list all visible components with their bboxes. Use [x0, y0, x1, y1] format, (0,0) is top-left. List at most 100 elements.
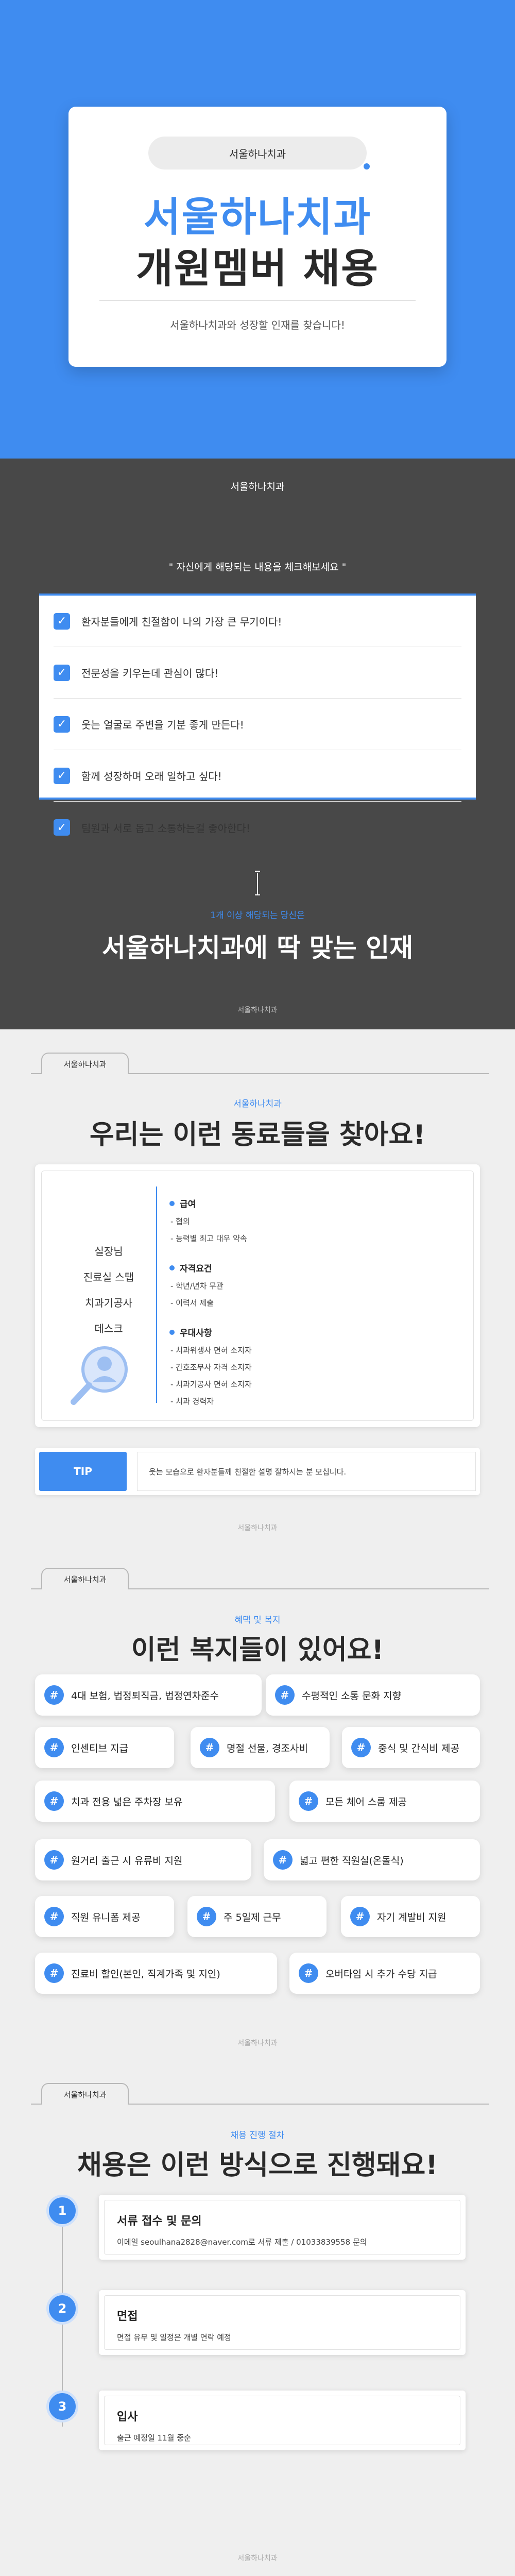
roles-divider: [156, 1187, 157, 1403]
welfare-chip-label: 자기 계발비 지원: [377, 1911, 447, 1923]
welfare-chip-label: 수평적인 소통 문화 지향: [302, 1690, 401, 1702]
checkmark-icon[interactable]: ✓: [54, 664, 70, 681]
hashtag-icon: #: [44, 1685, 64, 1705]
welfare-chip: # 명절 선물, 경조사비: [191, 1727, 330, 1768]
requirement-item: - 학년/년차 무관: [170, 1281, 224, 1291]
requirement-item: - 치과위생사 면허 소지자: [170, 1346, 252, 1355]
hashtag-icon: #: [44, 1907, 64, 1926]
step-card-inner: 서류 접수 및 문의 이메일 seoulhana2828@naver.com로 …: [104, 2200, 460, 2255]
hero-subtitle: 서울하나치과와 성장할 인재를 찾습니다!: [170, 319, 345, 331]
role-item: 진료실 스탭: [83, 1271, 134, 1283]
tip-label: TIP: [39, 1452, 127, 1491]
welfare-chip: # 모든 체어 스룸 제공: [289, 1781, 480, 1822]
hashtag-icon: #: [351, 1738, 371, 1757]
process-title: 채용은 이런 방식으로 진행돼요!: [77, 2150, 438, 2181]
welfare-kicker: 혜택 및 복지: [234, 1615, 281, 1625]
step-card: 면접 면접 유무 및 일정은 개별 연락 예정: [99, 2290, 466, 2355]
fit-brand: 서울하나치과: [230, 481, 285, 493]
requirement-heading: 우대사항: [169, 1326, 458, 1338]
checklist-item[interactable]: ✓ 함께 성장하며 오래 일하고 싶다!: [54, 750, 461, 802]
hashtag-icon: #: [44, 1850, 64, 1870]
requirements-list: 급여 - 협의 - 능력별 최고 대우 약속 자격요건 - 학년/년차 무관 -…: [169, 1192, 458, 1406]
step-title: 입사: [117, 2411, 138, 2424]
hero-card: 서울하나치과 서울하나치과 개원멤버 채용 서울하나치과와 성장할 인재를 찾습…: [68, 107, 447, 367]
step-number-badge: 1: [46, 2195, 78, 2227]
requirement-heading: 급여: [169, 1197, 458, 1210]
section-tab: 서울하나치과: [41, 1568, 129, 1589]
fit-footer: 서울하나치과: [237, 1006, 278, 1014]
welfare-chip-label: 인센티브 지급: [71, 1742, 128, 1754]
hashtag-icon: #: [44, 1738, 64, 1757]
process-footer: 서울하나치과: [237, 2554, 278, 2563]
person-search-icon: [71, 1346, 128, 1405]
step-card: 서류 접수 및 문의 이메일 seoulhana2828@naver.com로 …: [99, 2195, 466, 2260]
welfare-chip: # 치과 전용 넓은 주차장 보유: [35, 1781, 275, 1822]
section-tab: 서울하나치과: [41, 2083, 129, 2105]
hashtag-icon: #: [350, 1907, 370, 1926]
checklist-item-label: 환자분들에게 친절함이 나의 가장 큰 무기이다!: [81, 616, 282, 628]
checklist-item-label: 함께 성장하며 오래 일하고 싶다!: [81, 770, 222, 783]
process-kicker: 채용 진행 절차: [230, 2130, 285, 2141]
requirement-heading-label: 급여: [180, 1199, 196, 1210]
brand-pill-label: 서울하나치과: [229, 147, 286, 160]
hashtag-icon: #: [273, 1850, 293, 1870]
welfare-chip-label: 넓고 편한 직원실(온돌식): [300, 1855, 404, 1867]
colleagues-kicker: 서울하나치과: [233, 1099, 282, 1109]
hero-title-hiring: 개원멤버 채용: [136, 246, 379, 292]
hashtag-icon: #: [200, 1738, 219, 1757]
checkmark-icon[interactable]: ✓: [54, 819, 70, 836]
fit-section: 서울하나치과 " 자신에게 해당되는 내용을 체크해보세요 " ✓ 환자분들에게…: [0, 459, 515, 1029]
welfare-chip: # 넓고 편한 직원실(온돌식): [264, 1839, 480, 1880]
role-item: 치과기공사: [85, 1297, 132, 1309]
hashtag-icon: #: [44, 1791, 64, 1811]
fit-quote: " 자신에게 해당되는 내용을 체크해보세요 ": [168, 562, 347, 573]
fit-kicker: 1개 이상 해당되는 당신은: [210, 910, 305, 921]
welfare-chip-label: 4대 보험, 법정퇴직금, 법정연차준수: [71, 1690, 219, 1702]
welfare-chip-label: 원거리 출근 시 유류비 지원: [71, 1855, 183, 1867]
checklist-item[interactable]: ✓ 환자분들에게 친절함이 나의 가장 큰 무기이다!: [54, 596, 461, 647]
tip-text: 웃는 모습으로 환자분들께 친절한 설명 잘하시는 분 모십니다.: [137, 1452, 476, 1491]
requirement-heading-label: 우대사항: [180, 1328, 212, 1338]
checklist-item[interactable]: ✓ 팀원과 서로 돕고 소통하는걸 좋아한다!: [54, 802, 461, 853]
welfare-chip: # 인센티브 지급: [35, 1727, 174, 1768]
section-tab: 서울하나치과: [41, 1053, 129, 1074]
hashtag-icon: #: [299, 1963, 318, 1983]
step-number-badge: 2: [46, 2293, 78, 2325]
welfare-chip: # 주 5일제 근무: [187, 1896, 327, 1937]
colleagues-title: 우리는 이런 동료들을 찾아요!: [89, 1120, 426, 1150]
checklist-panel: ✓ 환자분들에게 친절함이 나의 가장 큰 무기이다! ✓ 전문성을 키우는데 …: [39, 594, 476, 836]
step-description: 출근 예정일 11월 중순: [117, 2433, 191, 2443]
welfare-title: 이런 복지들이 있어요!: [131, 1635, 384, 1666]
hero-title-brand: 서울하나치과: [143, 194, 372, 241]
welfare-chip-label: 주 5일제 근무: [224, 1911, 281, 1923]
requirement-item: - 이력서 제출: [170, 1298, 214, 1308]
requirement-item: - 협의: [170, 1217, 190, 1226]
hashtag-icon: #: [299, 1791, 318, 1811]
checkmark-icon[interactable]: ✓: [54, 767, 70, 784]
hashtag-icon: #: [44, 1963, 64, 1983]
checkmark-icon[interactable]: ✓: [54, 716, 70, 733]
hero-section: 서울하나치과 서울하나치과 개원멤버 채용 서울하나치과와 성장할 인재를 찾습…: [0, 0, 515, 459]
hero-divider: [99, 300, 416, 301]
step-title: 서류 접수 및 문의: [117, 2215, 202, 2228]
welfare-chip-label: 진료비 할인(본인, 직계가족 및 지인): [71, 1968, 220, 1980]
roles-card-inner: 실장님 진료실 스탭 치과기공사 데스크 급여 - 협의 - 능력별 최고 대우…: [41, 1171, 474, 1421]
roles-card: 실장님 진료실 스탭 치과기공사 데스크 급여 - 협의 - 능력별 최고 대우…: [35, 1164, 480, 1427]
checklist-item[interactable]: ✓ 웃는 얼굴로 주변을 기분 좋게 만든다!: [54, 699, 461, 750]
welfare-chip-label: 오버타임 시 추가 수당 지급: [325, 1968, 437, 1980]
welfare-chip: #4대 보험, 법정퇴직금, 법정연차준수: [35, 1674, 262, 1716]
welfare-chip-label: 치과 전용 넓은 주차장 보유: [71, 1796, 183, 1808]
step-description: 이메일 seoulhana2828@naver.com로 서류 제출 / 010…: [117, 2238, 367, 2247]
step-card-inner: 면접 면접 유무 및 일정은 개별 연락 예정: [104, 2295, 460, 2350]
requirement-item: - 간호조무사 자격 소지자: [170, 1363, 252, 1372]
welfare-chip: # 수평적인 소통 문화 지향: [266, 1674, 480, 1716]
welfare-chip-label: 명절 선물, 경조사비: [227, 1742, 308, 1754]
requirement-item: - 능력별 최고 대우 약속: [170, 1234, 247, 1243]
checklist-item[interactable]: ✓ 전문성을 키우는데 관심이 많다!: [54, 647, 461, 699]
step-card-inner: 입사 출근 예정일 11월 중순: [104, 2396, 460, 2445]
checkmark-icon[interactable]: ✓: [54, 613, 70, 630]
hashtag-icon: #: [197, 1907, 216, 1926]
checklist-item-label: 웃는 얼굴로 주변을 기분 좋게 만든다!: [81, 719, 244, 731]
step-number-badge: 3: [46, 2391, 78, 2422]
requirement-heading-label: 자격요건: [180, 1264, 212, 1274]
